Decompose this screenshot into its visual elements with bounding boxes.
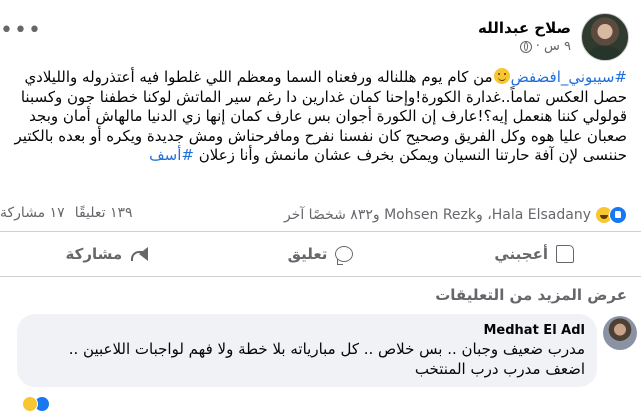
reactions-summary[interactable]: Hala Elsadany، وMohsen Rezk و٨٣٢ شخصًا آ… [284, 205, 627, 225]
share-button[interactable]: مشاركة [0, 237, 214, 271]
action-bar: أعجبني تعليق مشاركة [0, 237, 641, 271]
author-info: صلاح عبدالله ٩ س · [478, 18, 571, 56]
author-name[interactable]: صلاح عبدالله [478, 18, 571, 38]
post-text: #سيبوني_افضفضمن كام يوم هللناله ورفعناه … [0, 68, 627, 166]
hashtag-link-sorry[interactable]: #أسف [149, 146, 194, 164]
comment-label: تعليق [287, 245, 328, 263]
reaction-names[interactable]: Hala Elsadany، وMohsen Rezk و٨٣٢ شخصًا آ… [284, 207, 591, 223]
divider [0, 231, 641, 232]
comment-button[interactable]: تعليق [214, 237, 428, 271]
hashtag-link[interactable]: #سيبوني_افضفض [511, 68, 627, 86]
comment-item: Medhat El Adl مدرب ضعيف وجبان .. بس خلاص… [17, 314, 641, 387]
commenter-name[interactable]: Medhat El Adl [29, 322, 585, 339]
facebook-post: صلاح عبدالله ٩ س · ••• #سيبوني_افضفضمن ك… [0, 0, 641, 412]
comment-icon [335, 246, 354, 265]
post-time[interactable]: ٩ س · [536, 38, 571, 56]
comment-reaction-icons[interactable] [22, 396, 50, 412]
share-icon [130, 246, 149, 262]
comment-bubble: Medhat El Adl مدرب ضعيف وجبان .. بس خلاص… [17, 314, 597, 387]
share-label: مشاركة [65, 245, 123, 263]
comment-text: مدرب ضعيف وجبان .. بس خلاص .. كل مباريات… [68, 340, 585, 378]
author-avatar[interactable] [581, 13, 629, 61]
like-button[interactable]: أعجبني [427, 237, 641, 271]
post-header: صلاح عبدالله ٩ س · [478, 12, 629, 62]
divider [0, 276, 641, 277]
more-dots-icon[interactable]: ••• [0, 20, 42, 42]
post-meta: ٩ س · [478, 38, 571, 56]
comments-count[interactable]: ١٣٩ تعليقًا [75, 205, 133, 225]
post-stats: ١٣٩ تعليقًا ١٧ مشاركة [0, 205, 133, 225]
view-more-comments-link[interactable]: عرض المزيد من التعليقات [435, 286, 627, 304]
globe-icon [519, 41, 532, 53]
like-reaction-icon [609, 206, 627, 224]
like-label: أعجبني [494, 245, 548, 263]
grinning-emoji-icon [493, 68, 510, 84]
haha-reaction-icon [22, 396, 38, 412]
thumbs-up-icon [555, 245, 574, 263]
shares-count[interactable]: ١٧ مشاركة [0, 205, 65, 225]
commenter-avatar[interactable] [603, 316, 637, 350]
reaction-icons [595, 206, 627, 224]
